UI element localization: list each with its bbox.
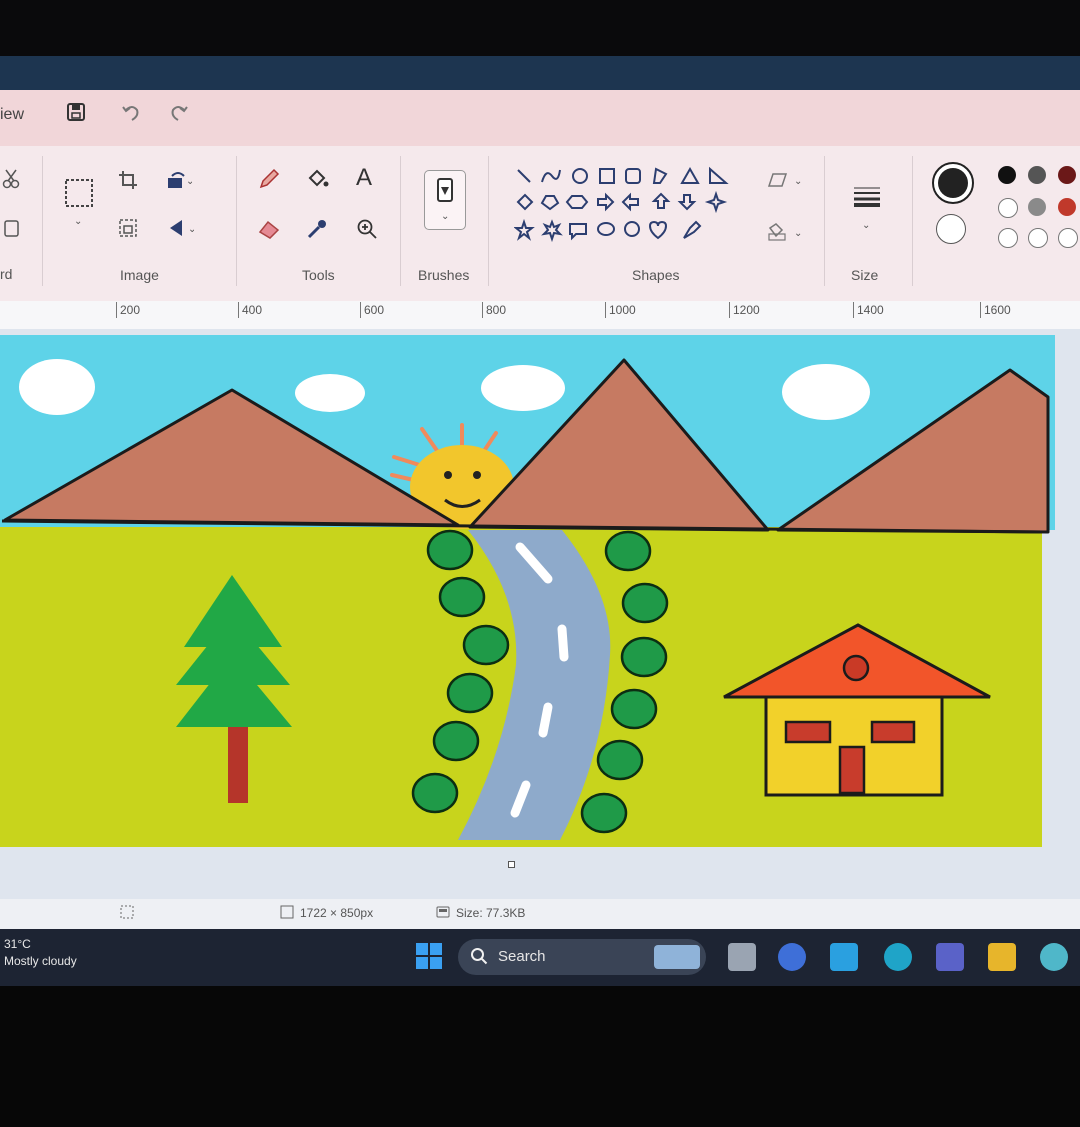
search-icon bbox=[470, 947, 488, 970]
magnifier-icon[interactable] bbox=[356, 218, 378, 245]
separator bbox=[42, 156, 43, 286]
edge-browser-icon[interactable] bbox=[884, 943, 912, 971]
resize-icon[interactable] bbox=[118, 218, 138, 243]
palette-swatch[interactable] bbox=[998, 198, 1018, 218]
select-dropdown-chevron-icon[interactable]: ⌄ bbox=[74, 216, 82, 227]
redo-icon[interactable] bbox=[168, 102, 190, 129]
palette-swatch[interactable] bbox=[998, 228, 1018, 248]
select-icon[interactable] bbox=[64, 178, 94, 215]
canvas-size-icon bbox=[280, 905, 294, 922]
task-view-icon[interactable] bbox=[728, 943, 756, 971]
ribbon: rd ⌄ ⌄ ⌄ Image A Tools ⌄ Brushes ⌄ ⌄ Sha… bbox=[0, 146, 1080, 301]
status-bar: 1722 × 850px Size: 77.3KB bbox=[0, 899, 1080, 929]
file-size: Size: 77.3KB bbox=[456, 906, 526, 920]
save-icon[interactable] bbox=[66, 102, 86, 127]
search-label: Search bbox=[498, 948, 546, 965]
ruler-tick: 600 bbox=[360, 302, 384, 318]
separator bbox=[400, 156, 401, 286]
paint-app-icon[interactable] bbox=[1040, 943, 1068, 971]
file-explorer-icon[interactable] bbox=[988, 943, 1016, 971]
svg-text:⌄: ⌄ bbox=[186, 176, 192, 187]
title-bar bbox=[0, 56, 1080, 90]
teams-icon[interactable] bbox=[936, 943, 964, 971]
crop-icon[interactable] bbox=[118, 170, 138, 195]
brushes-chevron-icon: ⌄ bbox=[441, 211, 450, 222]
separator bbox=[824, 156, 825, 286]
weather-temp: 31°C bbox=[4, 937, 31, 951]
flip-icon[interactable]: ⌄ bbox=[168, 218, 196, 243]
ruler-tick: 400 bbox=[238, 302, 262, 318]
palette-swatch[interactable] bbox=[1028, 228, 1048, 248]
separator bbox=[488, 156, 489, 286]
weather-description: Mostly cloudy bbox=[4, 954, 77, 968]
stocks-widget-icon[interactable] bbox=[830, 943, 858, 971]
svg-text:⌄: ⌄ bbox=[794, 228, 802, 239]
color-1-swatch bbox=[938, 168, 968, 198]
copy-icon[interactable] bbox=[2, 218, 20, 243]
size-icon[interactable] bbox=[852, 184, 882, 213]
svg-text:⌄: ⌄ bbox=[794, 176, 802, 187]
quick-access-toolbar: iew bbox=[0, 90, 1080, 146]
canvas-resize-handle[interactable] bbox=[508, 861, 515, 868]
weather-widget[interactable]: 31°C Mostly cloudy bbox=[4, 937, 77, 968]
brushes-button[interactable]: ⌄ bbox=[424, 170, 466, 230]
separator bbox=[236, 156, 237, 286]
color-picker-icon[interactable] bbox=[306, 218, 328, 245]
horizontal-ruler: 200 400 600 800 1000 1200 1400 1600 bbox=[0, 301, 1080, 330]
cut-icon[interactable] bbox=[2, 168, 20, 195]
chat-icon[interactable] bbox=[778, 943, 806, 971]
ruler-tick: 1000 bbox=[605, 302, 636, 318]
monitor-bezel-top bbox=[0, 0, 1080, 56]
svg-text:⌄: ⌄ bbox=[188, 224, 194, 235]
ruler-tick: 1200 bbox=[729, 302, 760, 318]
outline-icon[interactable]: ⌄ bbox=[766, 170, 806, 195]
undo-icon[interactable] bbox=[120, 102, 142, 129]
size-group-label: Size bbox=[851, 267, 879, 283]
monitor-bezel-bottom bbox=[0, 986, 1080, 1127]
ruler-tick: 200 bbox=[116, 302, 140, 318]
shapes-gallery[interactable] bbox=[514, 166, 734, 250]
rotate-icon[interactable]: ⌄ bbox=[166, 170, 194, 195]
ruler-tick: 1600 bbox=[980, 302, 1011, 318]
shapes-group-label: Shapes bbox=[632, 267, 680, 283]
size-chevron-icon[interactable]: ⌄ bbox=[862, 220, 870, 231]
file-size-icon bbox=[436, 905, 450, 922]
palette-swatch[interactable] bbox=[998, 166, 1016, 184]
paint-window: iew rd ⌄ ⌄ ⌄ Image A Tools ⌄ Brushes ⌄ ⌄… bbox=[0, 56, 1080, 986]
brushes-group-label: Brushes bbox=[418, 267, 470, 283]
eraser-icon[interactable] bbox=[258, 218, 280, 245]
clipboard-group-label: rd bbox=[0, 266, 13, 282]
view-menu[interactable]: iew bbox=[0, 106, 24, 124]
search-highlight-icon bbox=[654, 945, 700, 969]
fill-icon[interactable]: ⌄ bbox=[766, 222, 806, 247]
palette-swatch[interactable] bbox=[1028, 198, 1046, 216]
selection-icon bbox=[120, 905, 134, 922]
canvas-area bbox=[0, 329, 1080, 910]
tools-group-label: Tools bbox=[302, 267, 335, 283]
ruler-tick: 800 bbox=[482, 302, 506, 318]
pencil-icon[interactable] bbox=[258, 168, 280, 195]
separator bbox=[912, 156, 913, 286]
ruler-tick: 1400 bbox=[853, 302, 884, 318]
taskbar-search[interactable]: Search bbox=[458, 939, 706, 975]
palette-swatch[interactable] bbox=[1058, 166, 1076, 184]
fill-bucket-icon[interactable] bbox=[306, 168, 330, 195]
start-icon[interactable] bbox=[416, 943, 442, 974]
palette-swatch[interactable] bbox=[1058, 228, 1078, 248]
taskbar: 31°C Mostly cloudy Search bbox=[0, 929, 1080, 986]
color-2-button[interactable] bbox=[936, 214, 966, 244]
drawing-canvas[interactable] bbox=[0, 335, 1055, 855]
text-tool-icon[interactable]: A bbox=[356, 164, 372, 192]
palette-swatch[interactable] bbox=[1058, 198, 1076, 216]
palette-swatch[interactable] bbox=[1028, 166, 1046, 184]
canvas-dimensions: 1722 × 850px bbox=[300, 906, 374, 920]
image-group-label: Image bbox=[120, 267, 159, 283]
color-1-button[interactable] bbox=[932, 162, 974, 204]
